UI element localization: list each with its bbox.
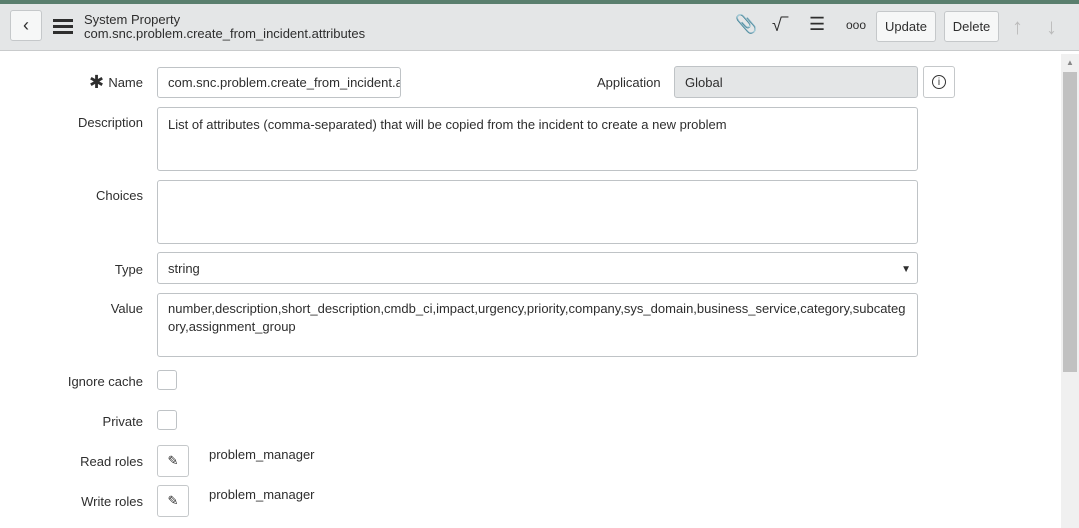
read-roles-value: problem_manager: [209, 447, 315, 462]
application-label: Application: [597, 75, 661, 90]
arrow-up-icon[interactable]: ↑: [1012, 14, 1023, 40]
more-icon[interactable]: ooo: [846, 18, 866, 32]
info-button[interactable]: i: [923, 66, 955, 98]
read-roles-label: Read roles: [80, 454, 143, 469]
name-input[interactable]: com.snc.problem.create_from_incident.a: [157, 67, 401, 98]
page-title: System Property: [84, 12, 181, 27]
name-label: Name: [108, 75, 143, 90]
write-roles-label: Write roles: [81, 494, 143, 509]
choices-input[interactable]: [157, 180, 918, 244]
scrollbar-thumb[interactable]: [1063, 72, 1077, 372]
sliders-icon[interactable]: ☰: [809, 14, 825, 35]
arrow-down-icon[interactable]: ↓: [1046, 14, 1057, 40]
edit-read-roles-button[interactable]: ✎: [157, 445, 189, 477]
menu-icon[interactable]: [53, 19, 73, 34]
type-value: string: [168, 261, 200, 276]
description-label: Description: [77, 115, 143, 130]
back-icon: ‹: [23, 15, 29, 35]
value-label: Value: [110, 301, 143, 316]
info-icon: i: [932, 75, 946, 89]
type-label: Type: [114, 262, 143, 277]
activity-icon[interactable]: √‾: [772, 15, 788, 36]
application-field: Global: [674, 66, 918, 98]
delete-button[interactable]: Delete: [944, 11, 999, 42]
ignore-cache-checkbox[interactable]: [157, 370, 177, 390]
chevron-down-icon: ▼: [901, 264, 911, 275]
value-input[interactable]: number,description,short_description,cmd…: [157, 293, 918, 357]
scroll-up-icon[interactable]: ▲: [1061, 54, 1079, 67]
choices-label: Choices: [96, 188, 143, 203]
ignore-cache-label: Ignore cache: [67, 374, 143, 389]
pencil-icon: ✎: [167, 453, 179, 468]
description-input[interactable]: List of attributes (comma-separated) tha…: [157, 107, 918, 171]
update-button[interactable]: Update: [876, 11, 936, 42]
edit-write-roles-button[interactable]: ✎: [157, 485, 189, 517]
private-label: Private: [102, 414, 143, 429]
type-select[interactable]: string ▼: [157, 252, 918, 284]
paperclip-icon[interactable]: 📎: [735, 14, 757, 35]
pencil-icon: ✎: [167, 493, 179, 508]
record-name: com.snc.problem.create_from_incident.att…: [84, 26, 366, 41]
form-header: ‹ System Property com.snc.problem.create…: [0, 4, 1079, 51]
back-button[interactable]: ‹: [10, 10, 42, 41]
private-checkbox[interactable]: [157, 410, 177, 430]
write-roles-value: problem_manager: [209, 487, 315, 502]
